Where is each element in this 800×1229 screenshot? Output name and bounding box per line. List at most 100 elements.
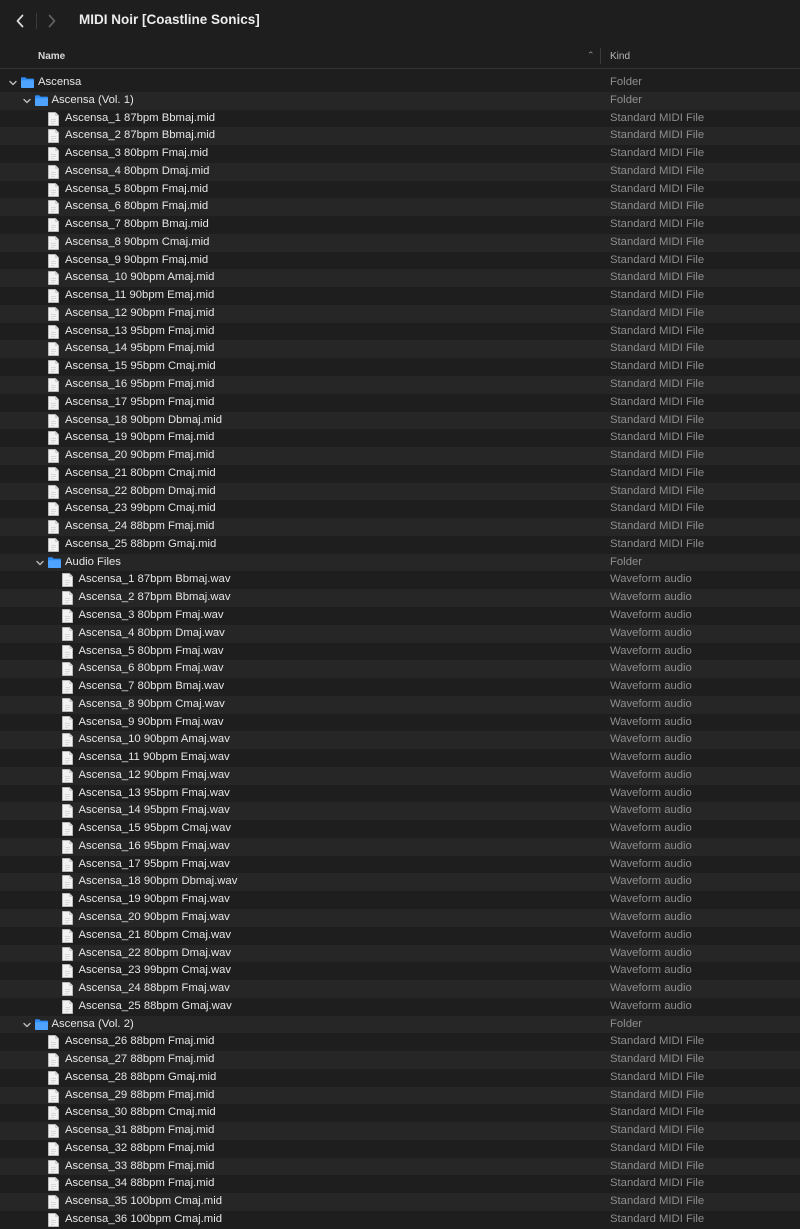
file-row[interactable]: Ascensa_10 90bpm Amaj.wav Waveform audio: [0, 731, 800, 750]
file-row[interactable]: Ascensa_17 95bpm Fmaj.wav Waveform audio: [0, 856, 800, 874]
file-row[interactable]: Ascensa_9 90bpm Fmaj.mid Standard MIDI Fi…: [0, 252, 800, 270]
file-row[interactable]: Ascensa_31 88bpm Fmaj.mid Standard MIDI F…: [0, 1122, 800, 1140]
chevron-down-icon[interactable]: [35, 558, 45, 568]
file-row[interactable]: Ascensa_19 90bpm Fmaj.wav Waveform audio: [0, 891, 800, 909]
file-row[interactable]: Ascensa_21 80bpm Cmaj.wav Waveform audio: [0, 927, 800, 945]
file-row[interactable]: Ascensa_35 100bpm Cmaj.mid Standard MIDI …: [0, 1193, 800, 1211]
back-button[interactable]: [4, 6, 36, 36]
item-kind: Standard MIDI File: [610, 1141, 705, 1154]
file-row[interactable]: Ascensa_30 88bpm Cmaj.mid Standard MIDI F…: [0, 1104, 800, 1122]
file-row[interactable]: Ascensa_17 95bpm Fmaj.mid Standard MIDI F…: [0, 394, 800, 412]
forward-button[interactable]: [36, 6, 68, 36]
file-row[interactable]: Ascensa_14 95bpm Fmaj.wav Waveform audio: [0, 802, 800, 821]
file-row[interactable]: Ascensa_19 90bpm Fmaj.mid Standard MIDI F…: [0, 429, 800, 447]
item-name: Ascensa_10 90bpm Amaj.wav: [78, 733, 230, 746]
folder-row[interactable]: Audio Files Folder: [0, 553, 800, 572]
item-name: Ascensa_31 88bpm Fmaj.mid: [65, 1124, 215, 1137]
kind-column-header[interactable]: Kind: [610, 51, 630, 62]
file-row[interactable]: Ascensa_9 90bpm Fmaj.wav Waveform audio: [0, 714, 800, 732]
file-row[interactable]: Ascensa_23 99bpm Cmaj.mid Standard MIDI F…: [0, 500, 800, 518]
document-icon: [48, 271, 59, 286]
file-row[interactable]: Ascensa_21 80bpm Cmaj.mid Standard MIDI F…: [0, 465, 800, 483]
file-row[interactable]: Ascensa_7 80bpm Bmaj.mid Standard MIDI Fi…: [0, 216, 800, 234]
file-row[interactable]: Ascensa_12 90bpm Fmaj.wav Waveform audio: [0, 766, 800, 785]
file-row[interactable]: Ascensa_11 90bpm Emaj.mid Standard MIDI F…: [0, 287, 800, 305]
file-row[interactable]: Ascensa_4 80bpm Dmaj.wav Waveform audio: [0, 624, 800, 643]
file-row[interactable]: Ascensa_3 80bpm Fmaj.mid Standard MIDI Fi…: [0, 145, 800, 163]
folder-row[interactable]: Ascensa Folder: [0, 74, 800, 92]
file-row[interactable]: Ascensa_2 87bpm Bbmaj.mid Standard MIDI F…: [0, 127, 800, 146]
chevron-down-icon[interactable]: [8, 78, 18, 88]
name-column-header[interactable]: Name: [38, 51, 65, 62]
file-row[interactable]: Ascensa_36 100bpm Cmaj.mid Standard MIDI …: [0, 1211, 800, 1229]
file-row[interactable]: Ascensa_6 80bpm Fmaj.wav Waveform audio: [0, 660, 800, 679]
file-row[interactable]: Ascensa_15 95bpm Cmaj.mid Standard MIDI F…: [0, 358, 800, 376]
file-row[interactable]: Ascensa_5 80bpm Fmaj.mid Standard MIDI Fi…: [0, 181, 800, 199]
file-row[interactable]: Ascensa_14 95bpm Fmaj.mid Standard MIDI F…: [0, 340, 800, 359]
item-name: Ascensa_27 88bpm Fmaj.mid: [65, 1053, 215, 1066]
file-row[interactable]: Ascensa_26 88bpm Fmaj.mid Standard MIDI F…: [0, 1033, 800, 1051]
file-row[interactable]: Ascensa_20 90bpm Fmaj.wav Waveform audio: [0, 908, 800, 927]
document-icon: [61, 591, 73, 606]
file-row[interactable]: Ascensa_25 88bpm Gmaj.mid Standard MIDI F…: [0, 536, 800, 554]
file-row[interactable]: Ascensa_23 99bpm Cmaj.wav Waveform audio: [0, 962, 800, 980]
item-kind: Standard MIDI File: [610, 253, 705, 266]
file-row[interactable]: Ascensa_29 88bpm Fmaj.mid Standard MIDI F…: [0, 1086, 800, 1105]
file-row[interactable]: Ascensa_28 88bpm Gmaj.mid Standard MIDI F…: [0, 1069, 800, 1087]
file-row[interactable]: Ascensa_1 87bpm Bbmaj.wav Waveform audio: [0, 571, 800, 589]
file-row[interactable]: Ascensa_3 80bpm Fmaj.wav Waveform audio: [0, 607, 800, 625]
file-row[interactable]: Ascensa_7 80bpm Bmaj.wav Waveform audio: [0, 678, 800, 696]
window-toolbar: MIDI Noir [Coastline Sonics]: [0, 0, 800, 42]
file-row[interactable]: Ascensa_13 95bpm Fmaj.mid Standard MIDI F…: [0, 323, 800, 341]
file-row[interactable]: Ascensa_24 88bpm Fmaj.mid Standard MIDI F…: [0, 518, 800, 536]
document-icon: [48, 200, 59, 215]
file-row[interactable]: Ascensa_4 80bpm Dmaj.mid Standard MIDI Fi…: [0, 162, 800, 181]
file-row[interactable]: Ascensa_10 90bpm Amaj.mid Standard MIDI F…: [0, 269, 800, 288]
item-name: Ascensa_35 100bpm Cmaj.mid: [65, 1195, 222, 1208]
file-row[interactable]: Ascensa_8 90bpm Cmaj.mid Standard MIDI Fi…: [0, 233, 800, 252]
file-row[interactable]: Ascensa_15 95bpm Cmaj.wav Waveform audio: [0, 820, 800, 838]
item-kind: Waveform audio: [610, 999, 692, 1012]
file-row[interactable]: Ascensa_16 95bpm Fmaj.mid Standard MIDI F…: [0, 376, 800, 394]
item-name: Ascensa_22 80bpm Dmaj.mid: [65, 484, 216, 497]
file-row[interactable]: Ascensa_24 88bpm Fmaj.wav Waveform audio: [0, 980, 800, 998]
item-name: Ascensa (Vol. 1): [51, 93, 134, 106]
chevron-down-icon[interactable]: [22, 96, 32, 106]
item-name: Ascensa_25 88bpm Gmaj.mid: [65, 537, 217, 550]
file-row[interactable]: Ascensa_25 88bpm Gmaj.wav Waveform audio: [0, 998, 800, 1016]
item-kind: Standard MIDI File: [610, 1159, 705, 1172]
file-row[interactable]: Ascensa_16 95bpm Fmaj.wav Waveform audio: [0, 837, 800, 856]
file-row[interactable]: Ascensa_20 90bpm Fmaj.mid Standard MIDI F…: [0, 447, 800, 465]
file-row[interactable]: Ascensa_32 88bpm Fmaj.mid Standard MIDI F…: [0, 1140, 800, 1158]
document-icon: [48, 129, 59, 144]
file-row[interactable]: Ascensa_18 90bpm Dbmaj.wav Waveform audio: [0, 873, 800, 892]
file-row[interactable]: Ascensa_13 95bpm Fmaj.wav Waveform audio: [0, 785, 800, 803]
file-row[interactable]: Ascensa_27 88bpm Fmaj.mid Standard MIDI F…: [0, 1051, 800, 1069]
file-row[interactable]: Ascensa_22 80bpm Dmaj.mid Standard MIDI F…: [0, 482, 800, 501]
item-name: Ascensa_11 90bpm Emaj.mid: [65, 289, 215, 302]
file-row[interactable]: Ascensa_1 87bpm Bbmaj.mid Standard MIDI F…: [0, 110, 800, 128]
file-row[interactable]: Ascensa_6 80bpm Fmaj.mid Standard MIDI Fi…: [0, 198, 800, 217]
file-row[interactable]: Ascensa_34 88bpm Fmaj.mid Standard MIDI F…: [0, 1175, 800, 1193]
sort-chevron-up-icon[interactable]: ⌃: [587, 50, 595, 61]
document-icon: [61, 768, 73, 783]
item-name: Ascensa_9 90bpm Fmaj.mid: [65, 253, 209, 266]
document-icon: [48, 1053, 59, 1068]
item-kind: Waveform audio: [610, 875, 692, 888]
file-row[interactable]: Ascensa_12 90bpm Fmaj.mid Standard MIDI F…: [0, 304, 800, 323]
item-name: Ascensa_19 90bpm Fmaj.mid: [65, 431, 215, 444]
file-row[interactable]: Ascensa_2 87bpm Bbmaj.wav Waveform audio: [0, 589, 800, 607]
item-kind: Standard MIDI File: [610, 147, 705, 160]
file-row[interactable]: Ascensa_18 90bpm Dbmaj.mid Standard MIDI …: [0, 411, 800, 430]
chevron-down-icon[interactable]: [22, 1020, 32, 1030]
folder-row[interactable]: Ascensa (Vol. 2) Folder: [0, 1015, 800, 1034]
file-row[interactable]: Ascensa_5 80bpm Fmaj.wav Waveform audio: [0, 643, 800, 661]
item-name: Ascensa: [38, 76, 82, 88]
file-row[interactable]: Ascensa_11 90bpm Emaj.wav Waveform audio: [0, 749, 800, 767]
file-row[interactable]: Ascensa_8 90bpm Cmaj.wav Waveform audio: [0, 695, 800, 714]
column-divider[interactable]: [600, 48, 601, 64]
folder-row[interactable]: Ascensa (Vol. 1) Folder: [0, 91, 800, 110]
file-row[interactable]: Ascensa_22 80bpm Dmaj.wav Waveform audio: [0, 944, 800, 963]
item-kind: Waveform audio: [610, 644, 692, 657]
file-row[interactable]: Ascensa_33 88bpm Fmaj.mid Standard MIDI F…: [0, 1157, 800, 1176]
